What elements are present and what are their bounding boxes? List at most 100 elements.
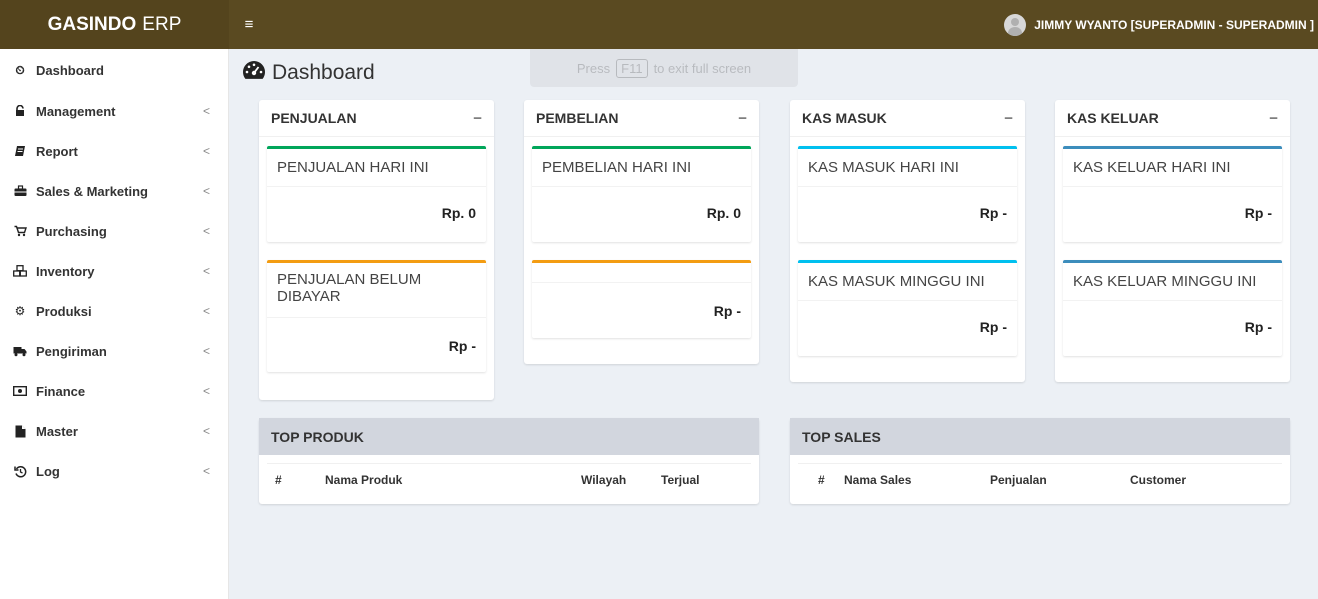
top-sales-header: TOP SALES: [790, 418, 1290, 455]
top-sales-box: TOP SALES # Nama Sales Penjualan Custome…: [790, 418, 1290, 504]
chevron-left-icon: <: [202, 224, 210, 238]
chevron-left-icon: <: [202, 184, 210, 198]
logo-bold: GASINDO: [47, 13, 137, 35]
penjualan-hari-ini-value: Rp. 0: [441, 205, 476, 221]
fullscreen-hint-text: to exit full screen: [653, 60, 752, 76]
minimize-button[interactable]: −: [473, 110, 482, 127]
money-icon: [13, 384, 27, 398]
kas-masuk-minggu-ini-card: KAS MASUK MINGGU INI Rp -: [798, 260, 1017, 356]
sidebar-item-label: Purchasing: [36, 223, 107, 239]
page-title: Dashboard: [242, 60, 375, 86]
sidebar-item-label: Log: [36, 463, 60, 479]
sidebar-item-report[interactable]: Report <: [0, 131, 228, 171]
sidebar-item-label: Management: [36, 103, 116, 119]
cogs-icon: ⚙: [14, 304, 26, 318]
sidebar-item-pengiriman[interactable]: Pengiriman <: [0, 331, 228, 371]
penjualan-box: PENJUALAN − PENJUALAN HARI INI Rp. 0 PEN…: [259, 100, 494, 400]
top-produk-title: TOP PRODUK: [271, 428, 364, 445]
kas-masuk-box: KAS MASUK − KAS MASUK HARI INI Rp - KAS …: [790, 100, 1025, 382]
cart-icon: [13, 224, 27, 238]
minimize-button[interactable]: −: [738, 110, 747, 127]
penjualan-title: PENJUALAN: [271, 110, 357, 126]
top-navbar: GASINDO ERP ≡ JIMMY WYANTO [SUPERADMIN -…: [0, 0, 1318, 49]
penjualan-belum-dibayar-card: PENJUALAN BELUM DIBAYAR Rp -: [267, 260, 486, 372]
kas-keluar-header: KAS KELUAR −: [1055, 100, 1290, 137]
sidebar-item-log[interactable]: Log <: [0, 451, 228, 491]
sidebar-item-label: Report: [36, 143, 78, 159]
page-title-text: Dashboard: [272, 61, 375, 84]
top-produk-box: TOP PRODUK # Nama Produk Wilayah Terjual: [259, 418, 759, 504]
book-icon: [13, 144, 27, 158]
top-sales-table-header: # Nama Sales Penjualan Customer: [798, 463, 1282, 496]
file-icon: [13, 424, 27, 438]
user-name: JIMMY WYANTO [SUPERADMIN - SUPERADMIN ]: [1034, 17, 1314, 32]
pembelian-header: PEMBELIAN −: [524, 100, 759, 137]
sidebar-item-management[interactable]: Management <: [0, 91, 228, 131]
pembelian-title: PEMBELIAN: [536, 110, 619, 126]
sidebar-item-inventory[interactable]: Inventory <: [0, 251, 228, 291]
column-header: #: [275, 473, 282, 487]
sidebar-item-purchasing[interactable]: Purchasing <: [0, 211, 228, 251]
sidebar-item-label: Sales & Marketing: [36, 183, 148, 199]
minimize-button[interactable]: −: [1004, 110, 1013, 127]
logo-light: ERP: [142, 13, 182, 35]
sidebar-item-produksi[interactable]: ⚙ Produksi <: [0, 291, 228, 331]
kas-keluar-hari-ini-card: KAS KELUAR HARI INI Rp -: [1063, 146, 1282, 242]
top-sales-title: TOP SALES: [802, 428, 881, 445]
minimize-button[interactable]: −: [1269, 110, 1278, 127]
pembelian-hari-ini-card: PEMBELIAN HARI INI Rp. 0: [532, 146, 751, 242]
kas-keluar-minggu-ini-title: KAS KELUAR MINGGU INI: [1063, 263, 1282, 301]
chevron-left-icon: <: [202, 344, 210, 358]
column-header: Nama Sales: [844, 473, 912, 487]
hamburger-icon: ≡: [244, 16, 254, 33]
pembelian-hari-ini-value: Rp. 0: [706, 205, 741, 221]
chevron-left-icon: <: [202, 304, 210, 318]
kas-masuk-hari-ini-title: KAS MASUK HARI INI: [798, 149, 1017, 187]
top-produk-table-header: # Nama Produk Wilayah Terjual: [267, 463, 751, 496]
penjualan-belum-dibayar-title: PENJUALAN BELUM DIBAYAR: [267, 263, 486, 318]
fullscreen-hint-key: F11: [616, 58, 648, 78]
sidebar-item-dashboard[interactable]: ⏲ Dashboard: [0, 49, 228, 91]
sidebar-toggle-button[interactable]: ≡: [229, 0, 269, 49]
dashboard-icon: [242, 60, 266, 86]
lock-icon: [13, 104, 27, 118]
column-header: Customer: [1130, 473, 1187, 487]
chevron-left-icon: <: [202, 384, 210, 398]
kas-keluar-minggu-ini-value: Rp -: [1244, 319, 1272, 335]
column-header: #: [818, 473, 825, 487]
briefcase-icon: [13, 184, 27, 198]
kas-keluar-box: KAS KELUAR − KAS KELUAR HARI INI Rp - KA…: [1055, 100, 1290, 382]
chevron-left-icon: <: [202, 424, 210, 438]
sidebar-item-label: Finance: [36, 383, 86, 399]
pembelian-box: PEMBELIAN − PEMBELIAN HARI INI Rp. 0 Rp …: [524, 100, 759, 364]
sidebar-item-sales-marketing[interactable]: Sales & Marketing <: [0, 171, 228, 211]
app-logo[interactable]: GASINDO ERP: [0, 0, 229, 49]
kas-masuk-minggu-ini-value: Rp -: [979, 319, 1007, 335]
kas-masuk-hari-ini-card: KAS MASUK HARI INI Rp -: [798, 146, 1017, 242]
cubes-icon: [13, 264, 27, 278]
kas-keluar-hari-ini-value: Rp -: [1244, 205, 1272, 221]
chevron-left-icon: <: [202, 264, 210, 278]
sidebar-item-label: Master: [36, 423, 78, 439]
pembelian-second-value: Rp -: [713, 303, 741, 319]
pembelian-second-card: Rp -: [532, 260, 751, 338]
user-menu[interactable]: JIMMY WYANTO [SUPERADMIN - SUPERADMIN ]: [1004, 13, 1318, 36]
kas-masuk-header: KAS MASUK −: [790, 100, 1025, 137]
column-header: Nama Produk: [325, 473, 403, 487]
fullscreen-hint: Press F11 to exit full screen: [530, 49, 798, 87]
kas-keluar-title: KAS KELUAR: [1067, 110, 1159, 126]
kas-masuk-hari-ini-value: Rp -: [979, 205, 1007, 221]
sidebar-item-master[interactable]: Master <: [0, 411, 228, 451]
pembelian-hari-ini-title: PEMBELIAN HARI INI: [532, 149, 751, 187]
sidebar-item-finance[interactable]: Finance <: [0, 371, 228, 411]
column-header: Penjualan: [990, 473, 1047, 487]
kas-masuk-minggu-ini-title: KAS MASUK MINGGU INI: [798, 263, 1017, 301]
column-header: Wilayah: [581, 473, 627, 487]
sidebar-item-label: Produksi: [36, 303, 92, 319]
chevron-left-icon: <: [202, 144, 210, 158]
top-produk-header: TOP PRODUK: [259, 418, 759, 455]
fullscreen-hint-press: Press: [576, 60, 611, 76]
penjualan-header: PENJUALAN −: [259, 100, 494, 137]
sidebar: ⏲ Dashboard Management < Report < Sales …: [0, 49, 229, 599]
kas-masuk-title: KAS MASUK: [802, 110, 887, 126]
